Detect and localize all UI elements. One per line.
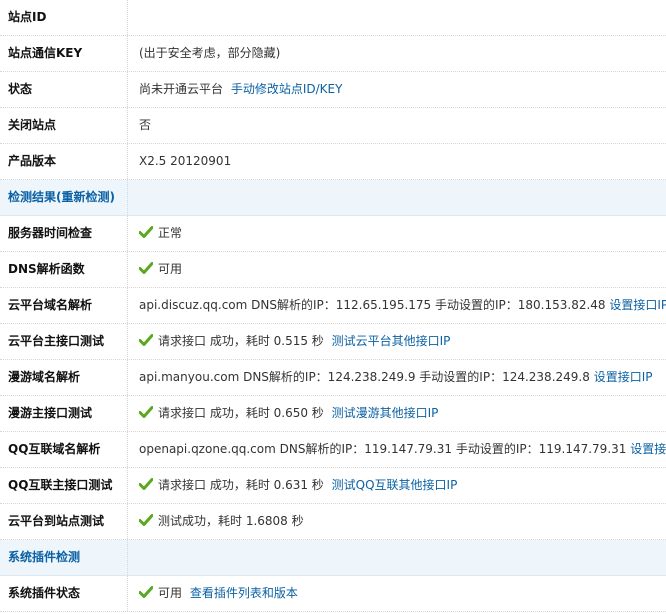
cloud-main-api-value-cell: 请求接口 成功，耗时 0.515 秒 测试云平台其他接口IP	[139, 324, 450, 359]
manyou-main-api-value: 请求接口 成功，耗时 0.650 秒	[158, 406, 324, 420]
qq-dns-value-cell: openapi.qzone.qq.com DNS解析的IP：119.147.79…	[139, 432, 666, 467]
row-close-site: 关闭站点 否	[0, 108, 666, 144]
manyou-dns-value-cell: api.manyou.com DNS解析的IP：124.238.249.9 手动…	[139, 360, 652, 395]
cloud-platform-diagnostics: 站点ID 站点通信KEY (出于安全考虑，部分隐藏) 状态 尚未开通云平台 手动…	[0, 0, 666, 614]
row-qq-dns: QQ互联域名解析 openapi.qzone.qq.com DNS解析的IP：1…	[0, 432, 666, 468]
cloud-dns-value-cell: api.discuz.qq.com DNS解析的IP：112.65.195.17…	[139, 288, 666, 323]
dns-function-value: 可用	[158, 262, 183, 276]
section-plugin-check: 系统插件检测	[0, 540, 666, 576]
row-product-version: 产品版本 X2.5 20120901	[0, 144, 666, 180]
row-cloud-dns: 云平台域名解析 api.discuz.qq.com DNS解析的IP：112.6…	[0, 288, 666, 324]
view-plugin-list-link[interactable]: 查看插件列表和版本	[190, 586, 298, 600]
plugin-status-value-cell: 可用 查看插件列表和版本	[139, 576, 298, 611]
server-time-label: 服务器时间检查	[8, 216, 128, 251]
check-icon	[139, 514, 153, 526]
check-icon	[139, 586, 153, 598]
cloud-to-site-value: 测试成功，耗时 1.6808 秒	[158, 514, 304, 528]
row-cloud-to-site: 云平台到站点测试 测试成功，耗时 1.6808 秒	[0, 504, 666, 540]
cloud-to-site-label: 云平台到站点测试	[8, 504, 128, 539]
server-time-value-cell: 正常	[139, 216, 182, 251]
qq-main-api-label: QQ互联主接口测试	[8, 468, 128, 503]
qq-dns-label: QQ互联域名解析	[8, 432, 128, 467]
plugin-check-heading: 系统插件检测	[8, 540, 128, 575]
site-key-value: (出于安全考虑，部分隐藏)	[139, 46, 281, 60]
manyou-main-api-value-cell: 请求接口 成功，耗时 0.650 秒 测试漫游其他接口IP	[139, 396, 438, 431]
qq-dns-value: openapi.qzone.qq.com DNS解析的IP：119.147.79…	[139, 442, 627, 456]
server-time-value: 正常	[158, 226, 183, 240]
check-icon	[139, 334, 153, 346]
check-icon	[139, 478, 153, 490]
cloud-dns-label: 云平台域名解析	[8, 288, 128, 323]
qq-main-api-value-cell: 请求接口 成功，耗时 0.631 秒 测试QQ互联其他接口IP	[139, 468, 457, 503]
manyou-main-api-label: 漫游主接口测试	[8, 396, 128, 431]
test-cloud-other-ip-link[interactable]: 测试云平台其他接口IP	[332, 334, 451, 348]
cloud-dns-value: api.discuz.qq.com DNS解析的IP：112.65.195.17…	[139, 298, 606, 312]
product-version-value: X2.5 20120901	[139, 154, 232, 168]
row-plugin-status: 系统插件状态 可用 查看插件列表和版本	[0, 576, 666, 612]
status-value: 尚未开通云平台	[139, 82, 224, 96]
row-dns-function: DNS解析函数 可用	[0, 252, 666, 288]
close-site-label: 关闭站点	[8, 108, 128, 143]
product-version-label: 产品版本	[8, 144, 128, 179]
manyou-dns-value: api.manyou.com DNS解析的IP：124.238.249.9 手动…	[139, 370, 590, 384]
cloud-set-ip-link[interactable]: 设置接口IP	[609, 298, 666, 312]
status-label: 状态	[8, 72, 128, 107]
plugin-status-label: 系统插件状态	[8, 576, 128, 611]
manyou-dns-label: 漫游域名解析	[8, 360, 128, 395]
cloud-main-api-label: 云平台主接口测试	[8, 324, 128, 359]
site-key-label: 站点通信KEY	[8, 36, 128, 71]
test-qq-other-ip-link[interactable]: 测试QQ互联其他接口IP	[332, 478, 458, 492]
edit-site-id-key-link[interactable]: 手动修改站点ID/KEY	[231, 82, 343, 96]
row-manyou-main-api: 漫游主接口测试 请求接口 成功，耗时 0.650 秒 测试漫游其他接口IP	[0, 396, 666, 432]
close-site-value: 否	[139, 118, 152, 132]
dns-function-label: DNS解析函数	[8, 252, 128, 287]
test-manyou-other-ip-link[interactable]: 测试漫游其他接口IP	[332, 406, 439, 420]
status-value-cell: 尚未开通云平台 手动修改站点ID/KEY	[139, 72, 342, 107]
check-results-heading[interactable]: 检测结果(重新检测)	[8, 180, 128, 215]
row-server-time: 服务器时间检查 正常	[0, 216, 666, 252]
check-icon	[139, 406, 153, 418]
manyou-set-ip-link[interactable]: 设置接口IP	[594, 370, 653, 384]
row-status: 状态 尚未开通云平台 手动修改站点ID/KEY	[0, 72, 666, 108]
row-qq-main-api: QQ互联主接口测试 请求接口 成功，耗时 0.631 秒 测试QQ互联其他接口I…	[0, 468, 666, 504]
row-manyou-dns: 漫游域名解析 api.manyou.com DNS解析的IP：124.238.2…	[0, 360, 666, 396]
check-icon	[139, 226, 153, 238]
qq-set-ip-link[interactable]: 设置接口IP	[630, 442, 666, 456]
row-site-id: 站点ID	[0, 0, 666, 36]
qq-main-api-value: 请求接口 成功，耗时 0.631 秒	[158, 478, 324, 492]
cloud-to-site-value-cell: 测试成功，耗时 1.6808 秒	[139, 504, 304, 539]
check-icon	[139, 262, 153, 274]
cloud-main-api-value: 请求接口 成功，耗时 0.515 秒	[158, 334, 324, 348]
plugin-status-value: 可用	[158, 586, 183, 600]
row-site-key: 站点通信KEY (出于安全考虑，部分隐藏)	[0, 36, 666, 72]
section-check-results: 检测结果(重新检测)	[0, 180, 666, 216]
row-cloud-main-api: 云平台主接口测试 请求接口 成功，耗时 0.515 秒 测试云平台其他接口IP	[0, 324, 666, 360]
dns-function-value-cell: 可用	[139, 252, 182, 287]
site-id-label: 站点ID	[8, 0, 128, 35]
